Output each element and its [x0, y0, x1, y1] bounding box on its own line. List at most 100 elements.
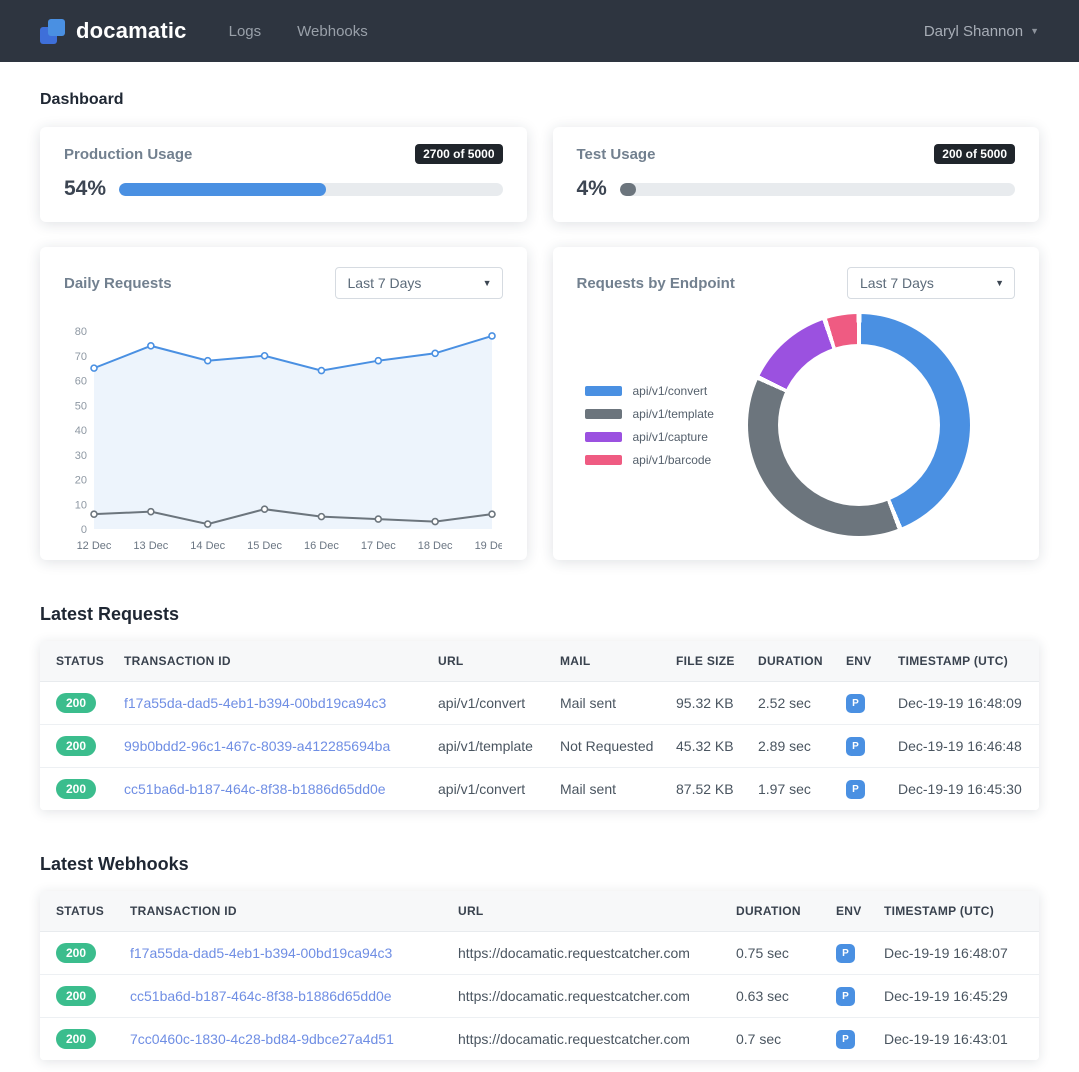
transaction-link[interactable]: 7cc0460c-1830-4c28-bd84-9dbce27a4d51	[130, 1031, 394, 1047]
legend-item-capture: api/v1/capture	[585, 430, 714, 444]
production-point	[205, 358, 211, 364]
status-badge: 200	[56, 779, 96, 799]
col-env: ENV	[830, 641, 882, 682]
production-area	[94, 336, 492, 529]
x-tick-label: 13 Dec	[133, 540, 168, 552]
test-usage-progressbar	[620, 183, 1015, 196]
y-tick-label: 20	[75, 475, 87, 487]
y-tick-label: 30	[75, 450, 87, 462]
transaction-link[interactable]: 99b0bdd2-96c1-467c-8039-a412285694ba	[124, 738, 390, 754]
request-mail: Mail sent	[544, 768, 660, 811]
col-env: ENV	[820, 891, 868, 932]
y-tick-label: 80	[75, 326, 87, 338]
table-row: 200 99b0bdd2-96c1-467c-8039-a412285694ba…	[40, 725, 1039, 768]
legend-item-barcode: api/v1/barcode	[585, 453, 714, 467]
x-tick-label: 14 Dec	[190, 540, 225, 552]
test-point	[489, 511, 495, 517]
user-menu[interactable]: Daryl Shannon ▼	[924, 23, 1039, 40]
request-duration: 2.89 sec	[742, 725, 830, 768]
y-tick-label: 60	[75, 376, 87, 388]
transaction-link[interactable]: cc51ba6d-b187-464c-8f38-b1886d65dd0e	[130, 988, 392, 1004]
request-mail: Mail sent	[544, 682, 660, 725]
webhook-url: https://docamatic.requestcatcher.com	[442, 975, 720, 1018]
table-row: 200 f17a55da-dad5-4eb1-b394-00bd19ca94c3…	[40, 932, 1039, 975]
col-timestamp: TIMESTAMP (UTC)	[868, 891, 1039, 932]
env-badge: P	[836, 1030, 855, 1049]
env-badge: P	[846, 780, 865, 799]
transaction-link[interactable]: cc51ba6d-b187-464c-8f38-b1886d65dd0e	[124, 781, 386, 797]
requests-by-endpoint-card: Requests by Endpoint Last 7 Days ▼ api/v…	[553, 247, 1040, 560]
navbar: docamatic Logs Webhooks Daryl Shannon ▼	[0, 0, 1079, 62]
latest-webhooks-heading: Latest Webhooks	[40, 854, 1039, 875]
endpoint-range-select[interactable]: Last 7 Days ▼	[847, 267, 1015, 299]
test-usage-percent: 4%	[577, 177, 607, 201]
request-file-size: 87.52 KB	[660, 768, 742, 811]
test-point	[318, 514, 324, 520]
request-url: api/v1/convert	[422, 682, 544, 725]
webhook-url: https://docamatic.requestcatcher.com	[442, 932, 720, 975]
webhook-duration: 0.7 sec	[720, 1018, 820, 1061]
status-badge: 200	[56, 943, 96, 963]
y-tick-label: 40	[75, 425, 87, 437]
table-row: 200 f17a55da-dad5-4eb1-b394-00bd19ca94c3…	[40, 682, 1039, 725]
test-usage-card: Test Usage 200 of 5000 4%	[553, 127, 1040, 222]
col-url: URL	[422, 641, 544, 682]
x-tick-label: 12 Dec	[77, 540, 112, 552]
endpoint-range-value: Last 7 Days	[860, 275, 934, 291]
nav-link-webhooks[interactable]: Webhooks	[297, 23, 368, 40]
endpoint-legend: api/v1/convert api/v1/template api/v1/ca…	[585, 384, 714, 467]
request-duration: 2.52 sec	[742, 682, 830, 725]
legend-label: api/v1/convert	[633, 384, 708, 398]
test-point	[205, 521, 211, 527]
test-point	[375, 516, 381, 522]
brand-logo[interactable]: docamatic	[40, 18, 187, 44]
transaction-link[interactable]: f17a55da-dad5-4eb1-b394-00bd19ca94c3	[130, 945, 392, 961]
legend-swatch	[585, 409, 622, 419]
legend-swatch	[585, 386, 622, 396]
y-tick-label: 70	[75, 351, 87, 363]
x-tick-label: 19 Dec	[475, 540, 502, 552]
production-point	[318, 368, 324, 374]
webhook-duration: 0.75 sec	[720, 932, 820, 975]
production-usage-card: Production Usage 2700 of 5000 54%	[40, 127, 527, 222]
env-badge: P	[836, 987, 855, 1006]
test-point	[148, 509, 154, 515]
request-url: api/v1/template	[422, 725, 544, 768]
docamatic-pages-icon	[40, 18, 66, 44]
legend-swatch	[585, 432, 622, 442]
transaction-link[interactable]: f17a55da-dad5-4eb1-b394-00bd19ca94c3	[124, 695, 386, 711]
legend-label: api/v1/barcode	[633, 453, 712, 467]
test-usage-progress-fill	[620, 183, 636, 196]
nav-links: Logs Webhooks	[229, 23, 368, 40]
col-timestamp: TIMESTAMP (UTC)	[882, 641, 1039, 682]
webhook-timestamp: Dec-19-19 16:48:07	[868, 932, 1039, 975]
request-timestamp: Dec-19-19 16:48:09	[882, 682, 1039, 725]
production-point	[432, 350, 438, 356]
daily-requests-title: Daily Requests	[64, 275, 172, 292]
y-tick-label: 50	[75, 400, 87, 412]
webhook-timestamp: Dec-19-19 16:45:29	[868, 975, 1039, 1018]
nav-link-logs[interactable]: Logs	[229, 23, 262, 40]
production-usage-progressbar	[119, 183, 502, 196]
production-usage-title: Production Usage	[64, 146, 192, 163]
col-file-size: FILE SIZE	[660, 641, 742, 682]
page-title: Dashboard	[40, 91, 1039, 109]
daily-requests-range-select[interactable]: Last 7 Days ▼	[335, 267, 503, 299]
user-name: Daryl Shannon	[924, 23, 1023, 40]
col-mail: MAIL	[544, 641, 660, 682]
select-caret-icon: ▼	[995, 278, 1004, 288]
legend-item-convert: api/v1/convert	[585, 384, 714, 398]
requests-header-row: STATUS TRANSACTION ID URL MAIL FILE SIZE…	[40, 641, 1039, 682]
col-duration: DURATION	[742, 641, 830, 682]
production-point	[375, 358, 381, 364]
legend-item-template: api/v1/template	[585, 407, 714, 421]
col-status: STATUS	[40, 641, 108, 682]
usage-cards-row: Production Usage 2700 of 5000 54% Test U…	[40, 127, 1039, 222]
line-chart-svg: 0102030405060708012 Dec13 Dec14 Dec15 De…	[64, 321, 502, 557]
status-badge: 200	[56, 1029, 96, 1049]
legend-swatch	[585, 455, 622, 465]
col-url: URL	[442, 891, 720, 932]
production-point	[262, 353, 268, 359]
test-usage-title: Test Usage	[577, 146, 656, 163]
request-duration: 1.97 sec	[742, 768, 830, 811]
